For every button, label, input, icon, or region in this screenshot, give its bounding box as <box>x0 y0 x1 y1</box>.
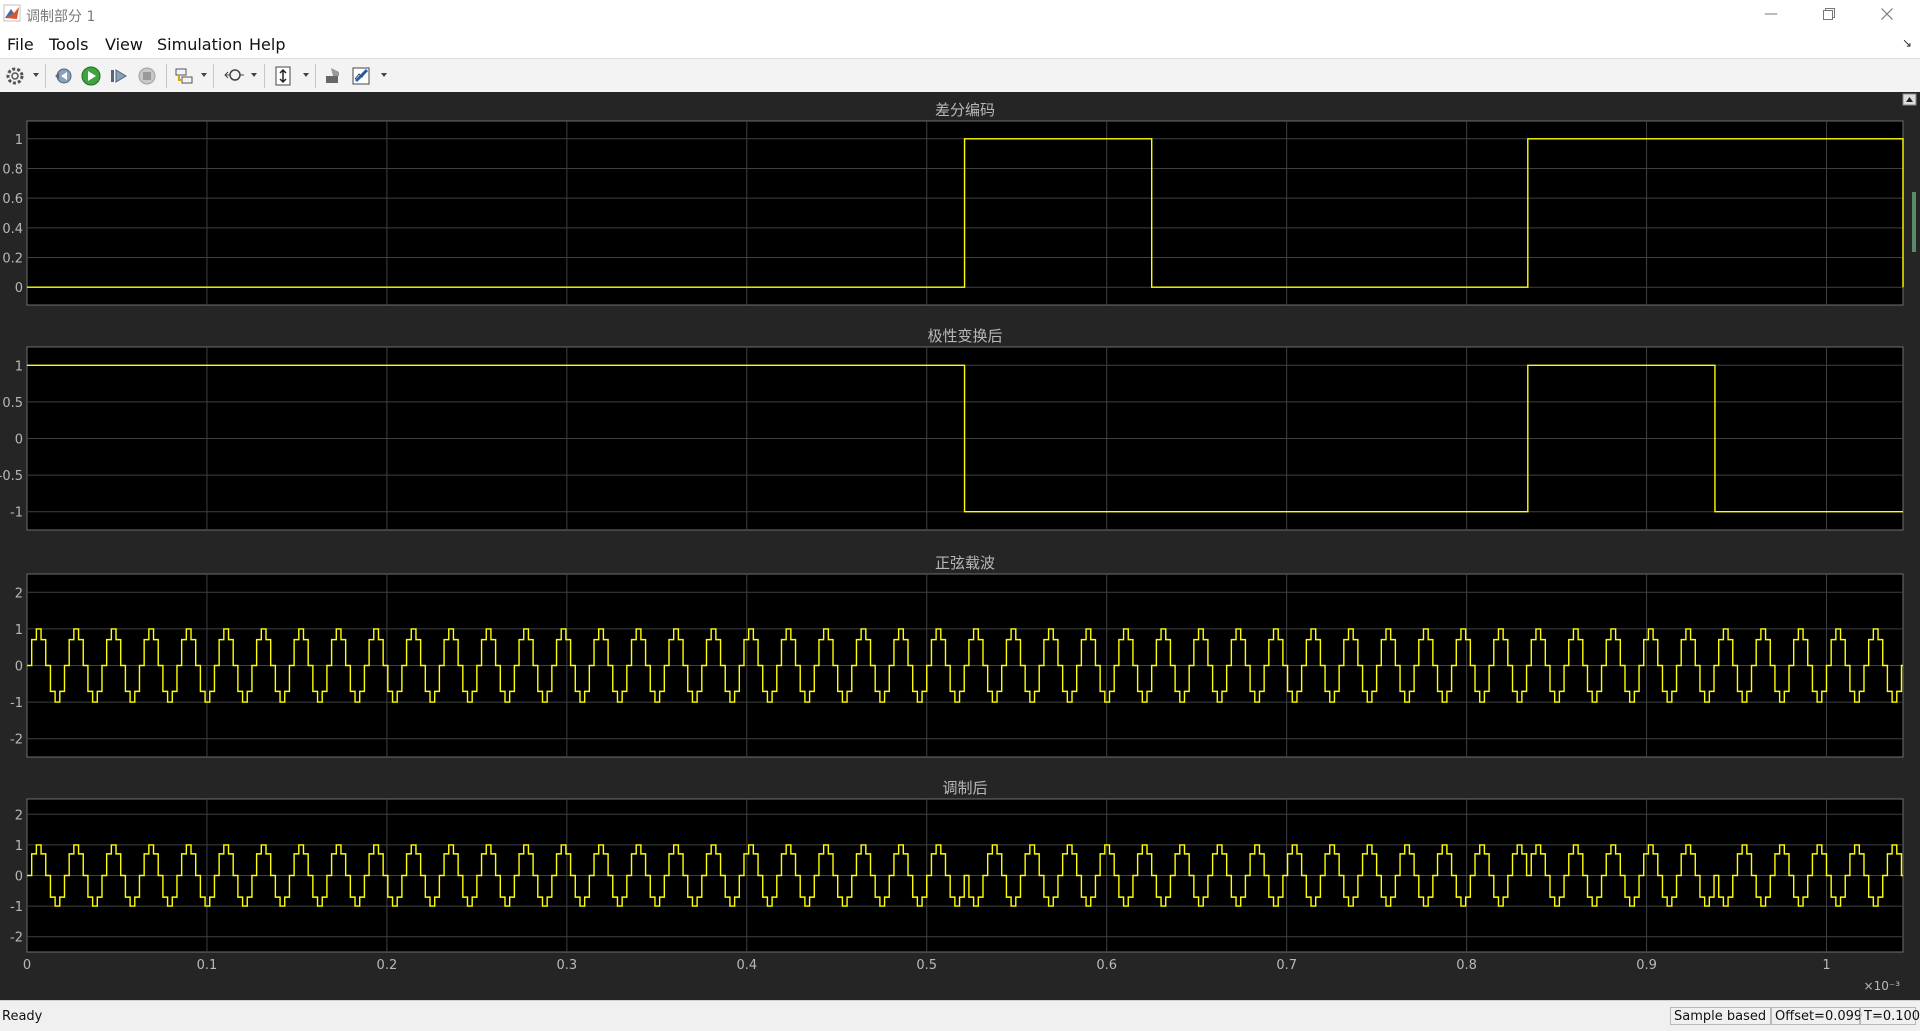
scope-panel-2: 极性变换后 -1 -0.5 0 0.5 1 <box>0 327 1904 531</box>
scope-plots: 差分编码 0 0.2 0.4 0.6 0.8 1 极性变换后 -1 -0.5 0 0.5 1 正弦载波 -2… <box>0 93 1917 993</box>
y-tick-label: -1 <box>10 506 23 521</box>
settings-dropdown-icon[interactable] <box>33 73 39 77</box>
x-tick-label: 0.4 <box>736 958 757 973</box>
y-tick-label: -1 <box>10 900 23 915</box>
y-tick-label: 0 <box>15 281 23 296</box>
step-forward-icon[interactable] <box>108 65 130 87</box>
y-tick-label: -2 <box>10 733 23 748</box>
menu-bar: File Tools View Simulation Help ↘ <box>0 28 1920 58</box>
x-tick-label: 0.3 <box>557 958 578 973</box>
status-offset: Offset=0.099 <box>1771 1007 1862 1025</box>
y-tick-label: -1 <box>10 696 23 711</box>
restore-icon <box>1823 8 1835 20</box>
scope-display: 差分编码 0 0.2 0.4 0.6 0.8 1 极性变换后 -1 -0.5 0 0.5 1 正弦载波 -2… <box>0 92 1920 1000</box>
minimize-button[interactable]: — <box>1748 0 1794 28</box>
x-tick-label: 0 <box>23 958 31 973</box>
restore-button[interactable] <box>1806 0 1852 28</box>
run-icon[interactable] <box>80 65 102 87</box>
menu-file[interactable]: File <box>7 35 34 54</box>
zoom-dropdown-icon[interactable] <box>251 73 257 77</box>
x-tick-label: 0.6 <box>1096 958 1117 973</box>
measurements-dropdown-icon[interactable] <box>381 73 387 77</box>
status-mode: Sample based <box>1670 1007 1771 1025</box>
zoom-icon[interactable] <box>223 65 245 87</box>
scale-axes-icon[interactable] <box>273 65 295 87</box>
x-tick-label: 0.7 <box>1276 958 1297 973</box>
panel-title: 调制后 <box>942 779 987 797</box>
y-tick-label: 0 <box>15 433 23 448</box>
highlight-dropdown-icon[interactable] <box>201 73 207 77</box>
highlight-icon[interactable] <box>173 65 195 87</box>
panel-title: 极性变换后 <box>927 327 1002 345</box>
y-tick-label: 1 <box>15 623 23 638</box>
settings-icon[interactable] <box>4 65 26 87</box>
y-tick-label: 0 <box>15 660 23 675</box>
menu-help[interactable]: Help <box>249 35 285 54</box>
toolbar-separator <box>213 64 214 88</box>
close-icon <box>1881 8 1893 20</box>
scope-panel-1: 差分编码 0 0.2 0.4 0.6 0.8 1 <box>2 101 1904 306</box>
y-tick-label: 0.4 <box>2 222 23 237</box>
y-tick-label: 0.6 <box>2 192 23 207</box>
measurements-icon[interactable] <box>351 65 373 87</box>
y-tick-label: 0 <box>15 870 23 885</box>
x-tick-label: 1 <box>1822 958 1830 973</box>
undock-icon[interactable]: ↘ <box>1902 36 1912 50</box>
y-tick-label: 1 <box>15 359 23 374</box>
y-tick-label: -0.5 <box>0 469 23 484</box>
menu-view[interactable]: View <box>105 35 143 54</box>
level-meter <box>1912 192 1916 252</box>
x-multiplier-label: ×10⁻³ <box>1864 979 1901 993</box>
x-tick-label: 0.1 <box>197 958 218 973</box>
scale-axes-dropdown-icon[interactable] <box>303 73 309 77</box>
y-tick-label: 2 <box>15 586 23 601</box>
y-tick-label: 0.5 <box>2 396 23 411</box>
toolbar-separator <box>166 64 167 88</box>
window-title: 调制部分 1 <box>26 9 96 25</box>
x-tick-label: 0.2 <box>377 958 398 973</box>
scope-panel-3: 正弦载波 -2 -1 0 1 2 <box>10 554 1904 758</box>
x-tick-label: 0.8 <box>1456 958 1477 973</box>
toolbar-separator <box>315 64 316 88</box>
scope-panel-4: 调制后 -2 -1 0 1 2 0 0.1 0.2 0.3 0.4 0.5 0.6 0.7 0.8 0.9 1 ×… <box>10 779 1904 993</box>
stop-icon[interactable] <box>136 65 158 87</box>
collapse-button[interactable] <box>1902 93 1917 106</box>
toolbar-separator <box>45 64 46 88</box>
x-tick-label: 0.5 <box>916 958 937 973</box>
menu-simulation[interactable]: Simulation <box>157 35 242 54</box>
minimize-icon: — <box>1764 6 1778 22</box>
panel-title: 差分编码 <box>935 101 995 119</box>
y-tick-label: 0.2 <box>2 252 23 267</box>
y-tick-label: -2 <box>10 931 23 946</box>
menu-tools[interactable]: Tools <box>49 35 88 54</box>
style-icon[interactable] <box>323 65 345 87</box>
y-tick-label: 1 <box>15 839 23 854</box>
panel-title: 正弦载波 <box>935 554 995 572</box>
matlab-icon <box>3 4 21 22</box>
toolbar-separator <box>264 64 265 88</box>
y-tick-label: 0.8 <box>2 162 23 177</box>
y-tick-label: 2 <box>15 808 23 823</box>
close-button[interactable] <box>1864 0 1910 28</box>
status-text: Ready <box>2 1009 43 1024</box>
toolbar <box>0 58 1920 93</box>
y-tick-label: 1 <box>15 133 23 148</box>
step-back-icon[interactable] <box>52 65 74 87</box>
status-bar: Ready Sample based Offset=0.099 T=0.100 <box>0 1000 1920 1031</box>
x-tick-label: 0.9 <box>1636 958 1657 973</box>
status-time: T=0.100 <box>1860 1007 1920 1025</box>
title-bar: 调制部分 1 — <box>0 0 1920 28</box>
